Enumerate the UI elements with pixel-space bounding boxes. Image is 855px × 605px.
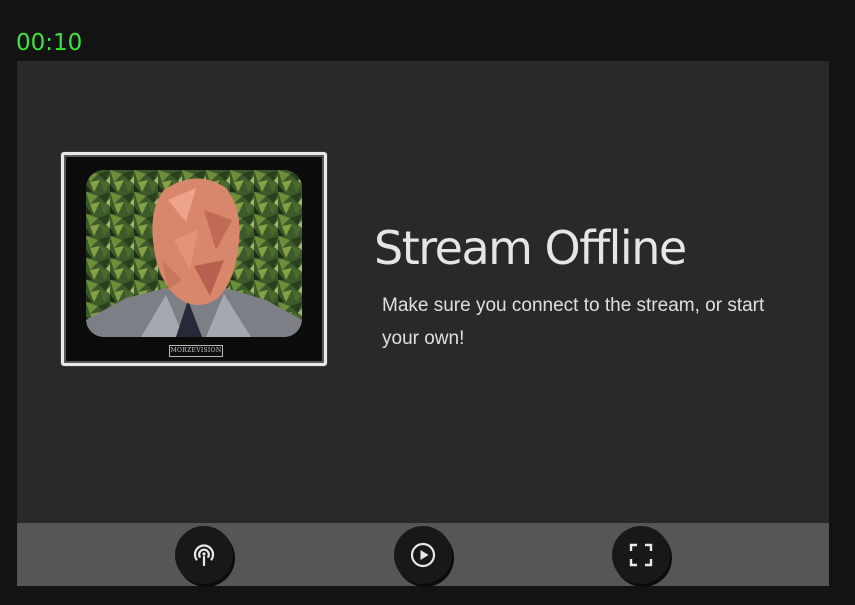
play-button[interactable] bbox=[394, 526, 452, 584]
tv-screen-image bbox=[86, 170, 302, 337]
video-player: MORZEVISION Stream Offline Make sure you… bbox=[17, 61, 829, 586]
tv-brand-label: MORZEVISION bbox=[169, 345, 223, 357]
fullscreen-icon bbox=[628, 542, 654, 568]
fullscreen-button[interactable] bbox=[612, 526, 670, 584]
offline-tv-illustration: MORZEVISION bbox=[61, 152, 327, 366]
play-icon bbox=[409, 541, 437, 569]
stream-offline-title: Stream Offline bbox=[374, 221, 687, 275]
broadcast-icon bbox=[190, 541, 218, 569]
stream-offline-message: Make sure you connect to the stream, or … bbox=[382, 295, 765, 349]
player-controls-bar bbox=[17, 523, 829, 586]
stream-timer: 00:10 bbox=[16, 30, 83, 56]
broadcast-button[interactable] bbox=[175, 526, 233, 584]
